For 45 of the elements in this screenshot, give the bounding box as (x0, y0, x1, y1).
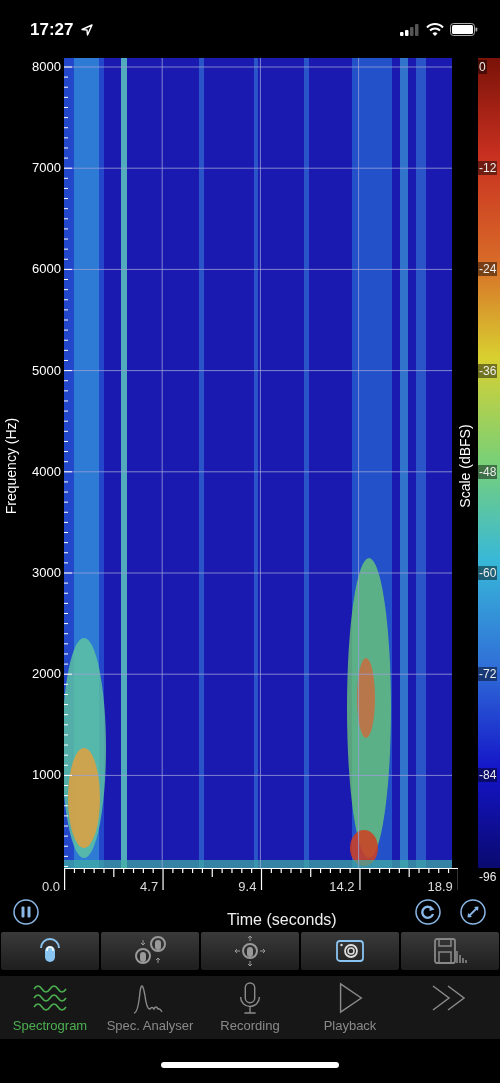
pan-mode-button[interactable] (201, 932, 299, 970)
y-axis-label: 2000 (32, 666, 61, 682)
touch-mode-button[interactable] (1, 932, 99, 970)
x-axis-label: 18.9 (427, 879, 453, 894)
expand-button[interactable] (460, 899, 486, 925)
wifi-icon (426, 23, 444, 36)
scale-label: -96 (478, 869, 498, 884)
scale-title: Scale (dBFS) (457, 424, 473, 508)
save-icon (433, 936, 467, 966)
y-axis-label: 3000 (32, 564, 61, 580)
tab[interactable]: Playback (300, 976, 400, 1039)
pinch-mode-button[interactable] (101, 932, 199, 970)
scale-label: -36 (478, 363, 498, 378)
scale-label: -24 (478, 262, 498, 277)
scale-label: -72 (478, 667, 498, 682)
camera-icon (335, 938, 365, 964)
save-mode-button[interactable] (401, 932, 499, 970)
y-axis-label: 1000 (32, 767, 61, 783)
scale-label: -60 (478, 565, 498, 580)
location-arrow-icon (81, 23, 94, 36)
wave-icon (32, 982, 68, 1014)
scale-label: 0 (478, 60, 487, 74)
scale-label: -12 (478, 161, 498, 176)
tab[interactable]: Recording (200, 976, 300, 1039)
y-axis-label: 5000 (32, 362, 61, 378)
y-axis-label: 8000 (32, 59, 61, 74)
tab[interactable]: Spectrogram (0, 976, 100, 1039)
x-axis-title: Time (seconds) (227, 911, 337, 929)
tab[interactable]: Spec. Analyser (100, 976, 200, 1039)
y-axis-title: Frequency (Hz) (3, 417, 19, 515)
x-axis-label: 14.2 (329, 879, 355, 894)
signal-icon (400, 23, 420, 36)
battery-icon (450, 23, 478, 36)
scale-label: -48 (478, 464, 498, 479)
y-axis-label: 7000 (32, 160, 61, 176)
status-time: 17:27 (30, 19, 74, 40)
y-axis-label: 6000 (32, 261, 61, 277)
y-axis-label: 4000 (32, 463, 61, 479)
x-axis-label: 0.0 (41, 879, 60, 894)
scale-label: -84 (478, 768, 498, 783)
x-axis-label: 4.7 (140, 879, 159, 894)
pause-button[interactable] (13, 899, 39, 925)
camera-mode-button[interactable] (301, 932, 399, 970)
refresh-button[interactable] (415, 899, 441, 925)
x-axis-label: 9.4 (238, 879, 257, 894)
